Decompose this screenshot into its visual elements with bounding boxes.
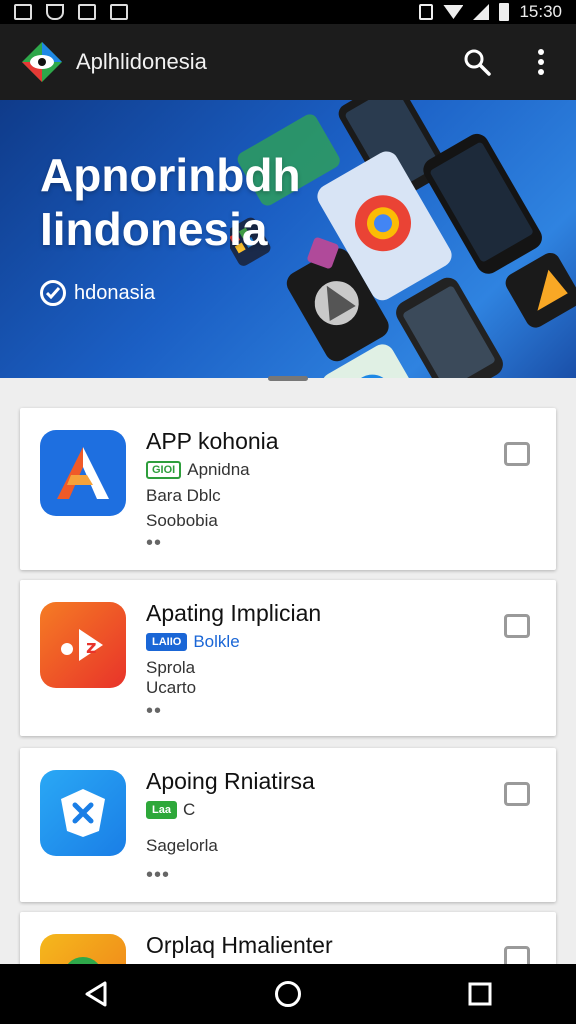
app-title: Aplhlidonesia [76,49,207,74]
hero-title: Apnorinbdh Iindonesia [40,148,301,256]
app-line1: Bara Dblc [146,486,221,505]
more-dots-icon: •• [146,700,163,722]
check-circle-icon [40,280,66,306]
app-title: APP kohonia [146,428,279,454]
app-tag-row: Laa C [146,800,195,820]
letter-a-icon [40,430,126,516]
wifi-icon [443,5,464,19]
play-music-icon: z [40,602,126,688]
app-tag-row: GIOI Apnidna [146,460,250,480]
navigation-bar [0,964,576,1024]
app-subtitle: Bolkle [193,632,240,651]
app-subtitle: C [182,800,196,819]
app-line2: Soobobia [146,511,218,530]
select-checkbox[interactable] [504,614,530,638]
app-tag: Laa [146,801,177,819]
vibrate-icon [419,4,434,20]
calendar-icon [110,4,128,20]
home-icon[interactable] [273,979,303,1009]
more-dots-icon: •• [146,532,163,554]
hero-title-line2: Iindonesia [40,203,268,255]
search-icon[interactable] [462,47,492,77]
more-vert-icon[interactable] [526,47,556,77]
image-icon [14,4,32,20]
hero-banner[interactable]: Apnorinbdh Iindonesia hdonasia [0,100,576,378]
screen: 15:30 Aplhlidonesia Apnorinbdh Iindonesi… [0,0,576,1024]
recents-icon[interactable] [465,979,495,1009]
app-title: Apoing Rniatirsa [146,768,315,794]
hero-badge-text: hdonasia [74,281,156,304]
app-tag-row: LAIIO Bolkle [146,632,240,652]
status-bar: 15:30 [0,0,576,24]
clock: 15:30 [519,2,562,21]
hero-title-line1: Apnorinbdh [40,149,301,201]
svg-text:z: z [86,637,96,658]
back-icon[interactable] [81,979,111,1009]
app-tag: LAIIO [146,633,188,651]
app-bar: Aplhlidonesia [0,24,576,100]
app-card[interactable]: Apoing Rniatirsa Laa C Sagelorla ••• [20,748,556,902]
app-line1: Sagelorla [146,836,218,855]
hero-badge: hdonasia [40,280,155,306]
app-logo-icon [20,40,64,84]
app-line2: Ucarto [146,678,197,697]
select-checkbox[interactable] [504,442,530,466]
signal-icon [473,4,490,20]
app-line1: Sprola [146,658,196,677]
photo-icon [78,4,96,20]
app-bar-actions [462,47,556,77]
app-card[interactable]: z Apating Implician LAIIO Bolkle Sprola … [20,580,556,736]
more-dots-icon: ••• [146,864,171,886]
app-tag: GIOI [146,461,182,479]
shield-x-icon [40,770,126,856]
app-title: Orplaq Hmalienter [146,932,333,958]
status-system: 15:30 [419,2,562,22]
status-notifications [14,4,128,20]
battery-icon [499,3,510,21]
app-title: Apating Implician [146,600,322,626]
select-checkbox[interactable] [504,782,530,806]
shield-icon [46,4,64,20]
app-subtitle: Apnidna [187,460,250,479]
drag-handle[interactable] [268,376,308,381]
app-card[interactable]: APP kohonia GIOI Apnidna Bara Dblc Soobo… [20,408,556,570]
